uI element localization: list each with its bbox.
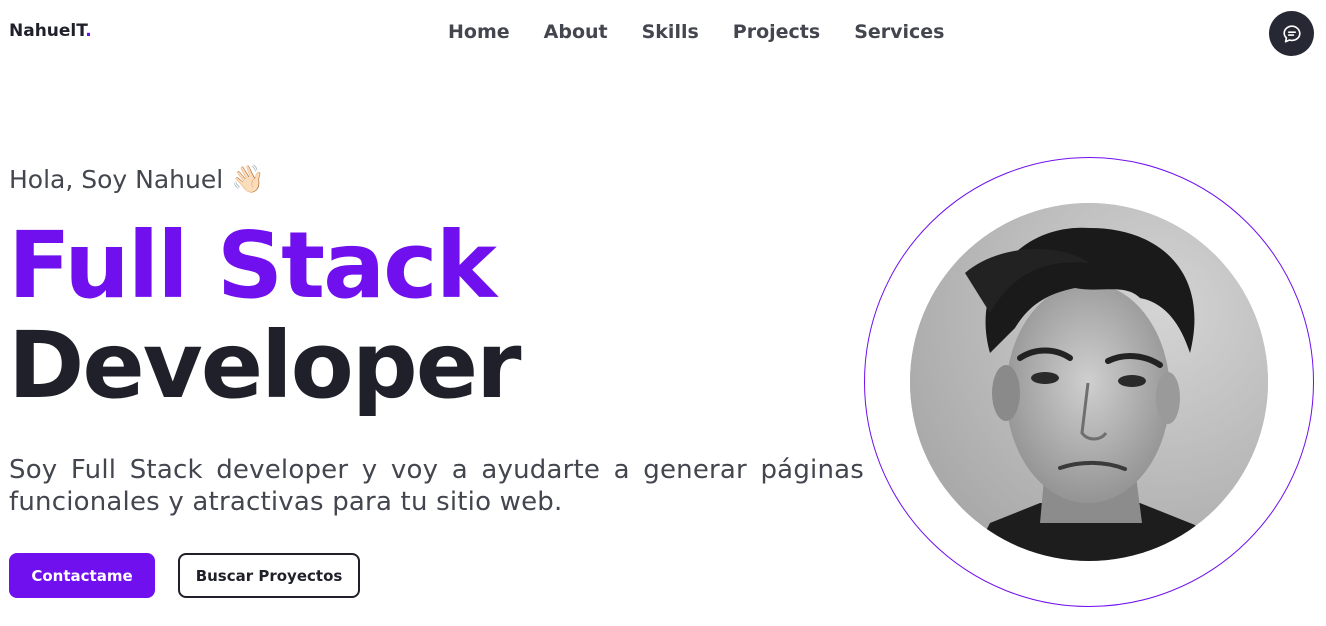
profile-photo: [910, 203, 1268, 561]
waving-hand-icon: 👋🏻: [231, 164, 265, 195]
brand-dot: .: [85, 21, 92, 41]
hero-title: Full Stack Developer: [8, 212, 521, 419]
nav-about[interactable]: About: [544, 21, 608, 43]
greeting: Hola, Soy Nahuel 👋🏻: [9, 163, 265, 195]
hero-description: Soy Full Stack developer y voy a ayudart…: [9, 455, 864, 517]
brand-name: NahuelT: [9, 21, 86, 41]
main-nav: Home About Skills Projects Services: [448, 21, 944, 43]
nav-projects[interactable]: Projects: [733, 21, 820, 43]
nav-services[interactable]: Services: [854, 21, 944, 43]
nav-home[interactable]: Home: [448, 21, 510, 43]
nav-skills[interactable]: Skills: [642, 21, 699, 43]
hero-title-line2: Developer: [8, 312, 521, 419]
greeting-text: Hola, Soy Nahuel: [9, 164, 224, 194]
hero-title-line1: Full Stack: [8, 212, 497, 319]
brand-logo[interactable]: NahuelT.: [9, 21, 92, 41]
contact-button[interactable]: Contactame: [9, 553, 155, 598]
chat-icon: [1282, 24, 1301, 43]
chat-button[interactable]: [1269, 11, 1314, 56]
projects-button[interactable]: Buscar Proyectos: [178, 553, 360, 598]
portrait-image: [910, 203, 1268, 561]
